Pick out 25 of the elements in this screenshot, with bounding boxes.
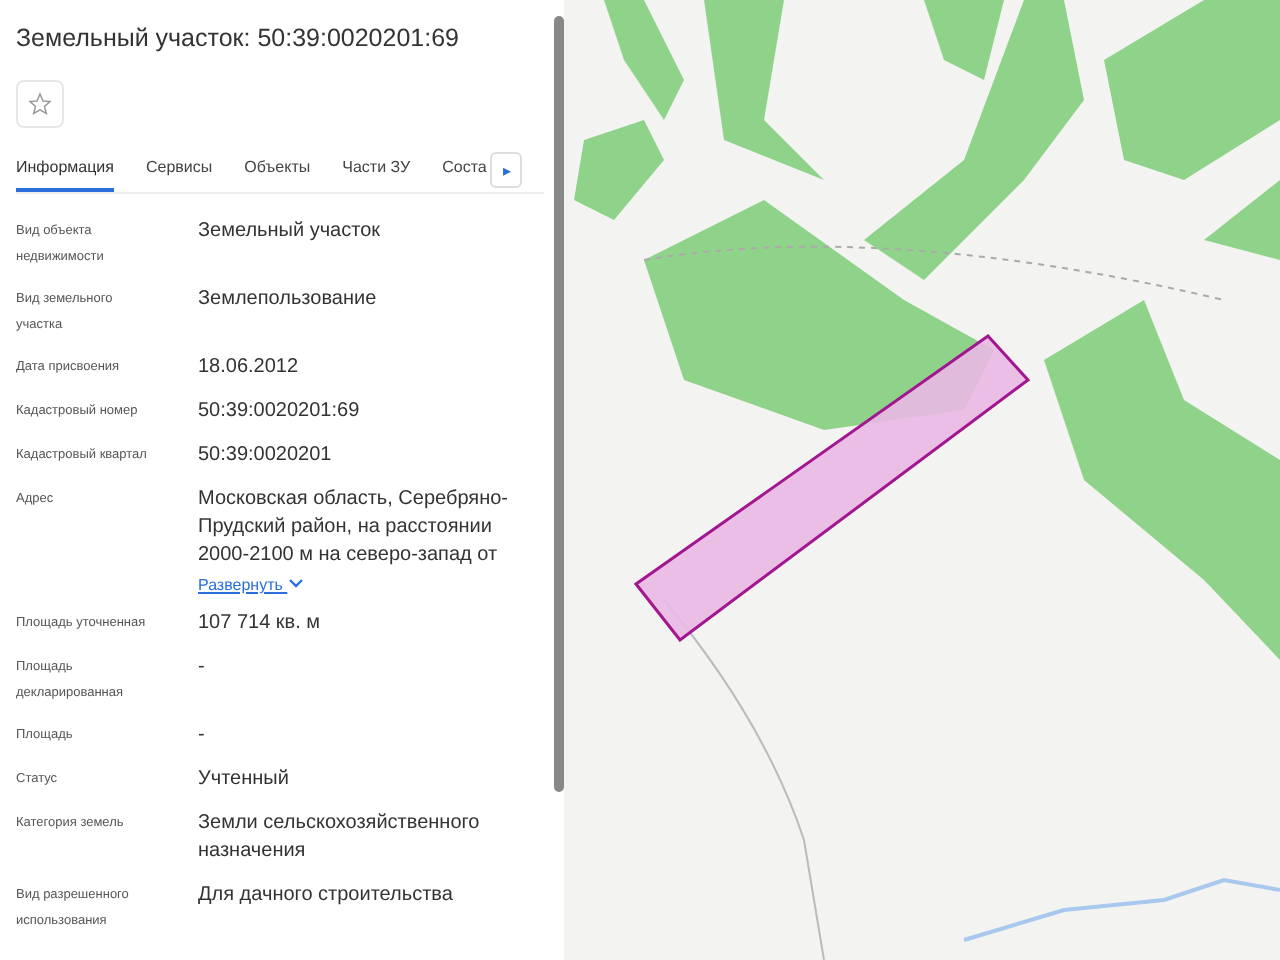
field-value: 107 714 кв. м — [198, 610, 321, 638]
chevron-down-icon — [287, 578, 304, 590]
parcel-polygon[interactable] — [634, 334, 1032, 642]
tab[interactable]: Информация — [16, 148, 114, 192]
tab[interactable]: Сервисы — [145, 148, 213, 192]
scrollbar[interactable] — [554, 16, 564, 792]
field-value: Земельный участок — [198, 218, 381, 246]
field-value: Землепользование — [198, 286, 377, 314]
expand-link[interactable]: Развернуть — [198, 576, 304, 594]
panel-title: Земельный участок: 50:39:0020201:69 — [16, 24, 461, 52]
field-value: 50:39:0020201:69 — [198, 398, 360, 426]
field-value: 18.06.2012 — [198, 354, 299, 382]
field-value: - — [198, 722, 205, 750]
field-value: Для дачного строительства — [198, 882, 453, 910]
tab[interactable]: Объекты — [244, 148, 311, 192]
field-value: Земли сельскохозяйственного назначения — [198, 810, 482, 866]
field-value: Учтенный — [198, 766, 289, 794]
field-value: - — [198, 654, 205, 682]
tab[interactable]: Части ЗУ — [342, 148, 411, 192]
star-icon — [28, 92, 52, 116]
favorite-button[interactable] — [16, 80, 64, 128]
tab[interactable]: Соста — [442, 148, 487, 192]
field-value: Московская область, Серебряно-Прудский район, на расстоянии 2000-2100 м на северо-запад от — [198, 486, 510, 570]
tabs-scroll-button[interactable]: ▸ — [490, 152, 523, 188]
field-value: 50:39:0020201 — [198, 442, 332, 470]
